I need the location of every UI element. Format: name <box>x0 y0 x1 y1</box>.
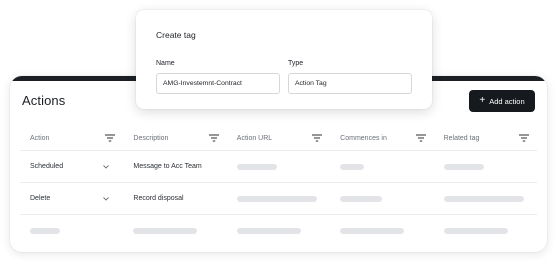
description-value: Record disposal <box>133 195 184 202</box>
table-row[interactable]: Scheduled Message to Acc Team <box>20 151 537 183</box>
related-tag-cell <box>434 227 537 234</box>
column-label: Action <box>30 134 50 142</box>
commences-in-cell <box>330 227 433 234</box>
description-cell: Message to Acc Team <box>123 163 226 170</box>
action-url-cell <box>227 163 330 170</box>
column-header-action-url[interactable]: Action URL <box>227 134 330 142</box>
skeleton-placeholder <box>133 227 198 234</box>
column-label: Related tag <box>443 134 480 142</box>
action-value: Delete <box>30 195 51 202</box>
table-row[interactable]: Delete Record disposal <box>20 183 537 215</box>
filter-icon[interactable] <box>312 134 323 142</box>
create-tag-card: Create tag Name Type <box>136 10 432 109</box>
action-value: Scheduled <box>30 163 64 170</box>
action-cell <box>20 227 123 234</box>
filter-icon[interactable] <box>105 134 116 142</box>
add-action-button[interactable]: + Add action <box>469 90 535 112</box>
column-header-action[interactable]: Action <box>20 134 123 142</box>
skeleton-placeholder <box>340 195 383 202</box>
stage: Actions + Add action Action Description … <box>0 0 557 261</box>
skeleton-placeholder <box>236 195 317 202</box>
column-label: Description <box>133 134 169 142</box>
skeleton-placeholder <box>443 195 524 202</box>
column-label: Commences in <box>340 134 387 142</box>
action-url-cell <box>227 195 330 202</box>
commences-in-cell <box>330 195 433 202</box>
name-label: Name <box>156 60 175 67</box>
table-row <box>20 215 537 246</box>
table-header: Action Description Action URL Commences … <box>20 126 537 151</box>
commences-in-cell <box>330 163 433 170</box>
chevron-down-icon[interactable] <box>103 164 110 169</box>
related-tag-cell <box>434 163 537 170</box>
chevron-down-icon[interactable] <box>103 196 110 201</box>
column-header-description[interactable]: Description <box>123 134 226 142</box>
add-action-label: Add action <box>489 96 525 106</box>
action-select[interactable]: Delete <box>20 195 123 202</box>
description-cell <box>123 227 226 234</box>
related-tag-cell <box>434 195 537 202</box>
column-label: Action URL <box>236 134 273 142</box>
filter-icon[interactable] <box>415 134 426 142</box>
plus-icon: + <box>479 95 486 106</box>
action-select[interactable]: Scheduled <box>20 163 123 170</box>
skeleton-placeholder <box>443 163 484 170</box>
name-input[interactable] <box>156 73 280 94</box>
skeleton-placeholder <box>340 227 405 234</box>
filter-icon[interactable] <box>518 134 529 142</box>
action-url-cell <box>227 227 330 234</box>
skeleton-placeholder <box>236 227 301 234</box>
column-header-related-tag[interactable]: Related tag <box>434 134 537 142</box>
description-cell: Record disposal <box>123 195 226 202</box>
skeleton-placeholder <box>340 163 365 170</box>
column-header-commences-in[interactable]: Commences in <box>330 134 433 142</box>
skeleton-placeholder <box>443 227 508 234</box>
panel-title: Actions <box>22 93 66 108</box>
description-value: Message to Acc Team <box>133 163 202 170</box>
filter-icon[interactable] <box>208 134 219 142</box>
skeleton-placeholder <box>236 163 277 170</box>
card-title: Create tag <box>156 30 196 40</box>
type-label: Type <box>288 60 304 67</box>
actions-table: Action Description Action URL Commences … <box>20 126 537 246</box>
type-input[interactable] <box>288 73 412 94</box>
skeleton-placeholder <box>30 227 60 234</box>
